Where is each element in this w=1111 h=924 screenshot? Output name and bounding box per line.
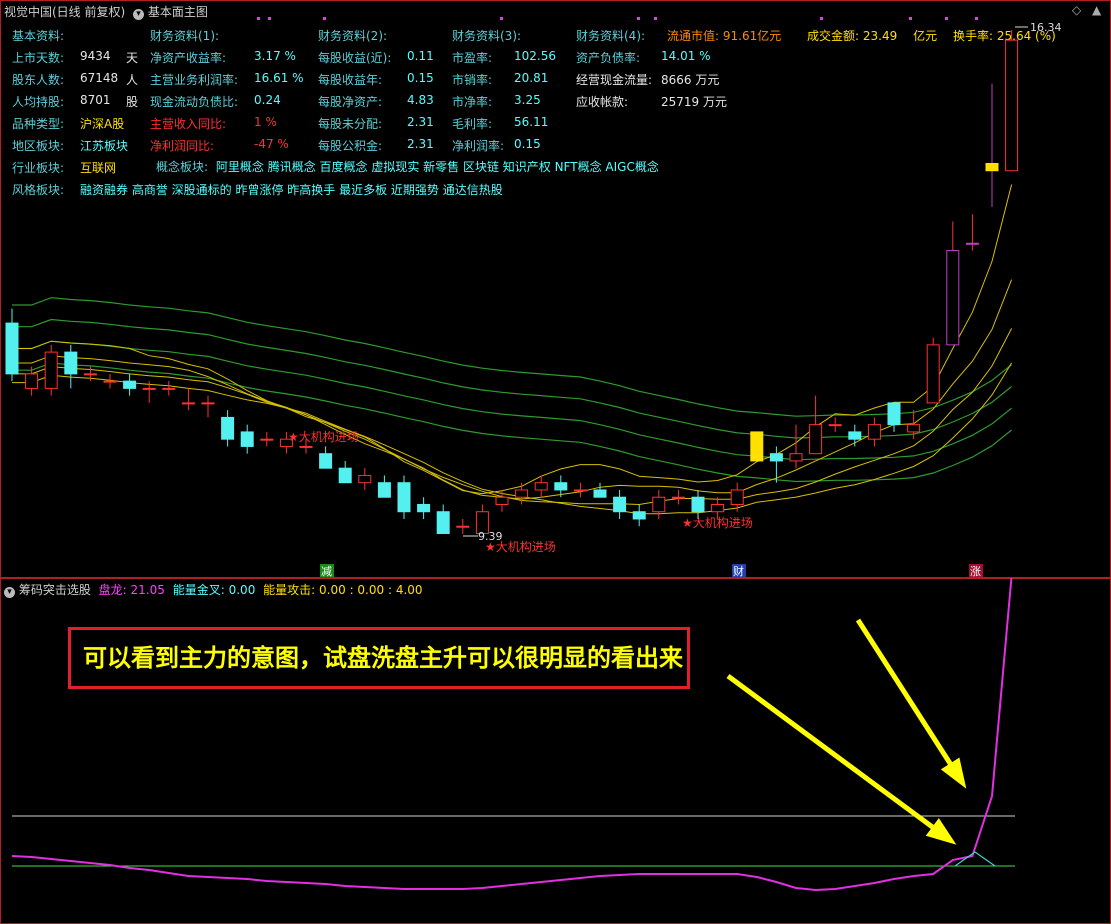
candle-body xyxy=(965,242,979,245)
arrow-to-rise xyxy=(855,618,965,784)
candle-body xyxy=(456,525,470,528)
candle-body xyxy=(750,431,764,462)
candle-body xyxy=(573,489,587,492)
candle-body xyxy=(221,416,235,440)
candle-body xyxy=(730,489,744,505)
candle-body xyxy=(25,373,39,389)
arrow-to-breakout xyxy=(726,673,952,843)
candle-body xyxy=(711,503,725,513)
ma-green-line xyxy=(12,297,1012,417)
signal-dot xyxy=(909,17,912,20)
candle-body xyxy=(887,402,901,426)
candle-body xyxy=(632,511,646,520)
event-marker-label: 减 xyxy=(321,565,332,578)
candle-body xyxy=(495,496,509,505)
candle-body xyxy=(848,431,862,440)
arrow-to-breakout-head xyxy=(925,818,957,845)
ma-green-line xyxy=(12,340,1012,461)
signal-dot xyxy=(323,17,326,20)
candle-body xyxy=(358,474,372,484)
signal-dot xyxy=(637,17,640,20)
candle-body xyxy=(201,402,215,405)
candle-body xyxy=(162,387,176,390)
candle-body xyxy=(809,424,823,455)
candle-body xyxy=(985,162,999,172)
candle-body xyxy=(1005,39,1019,172)
signal-dot xyxy=(975,17,978,20)
institution-signal: ★大机构进场 xyxy=(288,429,359,444)
candle-body xyxy=(181,402,195,405)
ma-yellow-line xyxy=(12,362,1013,515)
candlestick-chart[interactable]: 16.349.39★大机构进场★大机构进场★大机构进场减财涨 xyxy=(0,0,1111,578)
institution-signal: ★大机构进场 xyxy=(682,515,753,530)
candle-body xyxy=(691,496,705,513)
ma-green-line xyxy=(12,362,1012,483)
candle-body xyxy=(5,322,19,375)
candle-body xyxy=(417,503,431,513)
candle-body xyxy=(338,467,352,484)
candle-body xyxy=(828,424,842,427)
candle-body xyxy=(142,387,156,390)
candle-body xyxy=(436,511,450,534)
ma-green-line xyxy=(12,318,1012,439)
candle-body xyxy=(593,489,607,498)
signal-dot xyxy=(654,17,657,20)
ma-yellow-line xyxy=(12,184,1013,495)
candle-body xyxy=(64,351,78,375)
candle-body xyxy=(926,344,940,404)
ma-yellow-line xyxy=(12,279,1013,500)
candle-body xyxy=(554,482,568,491)
candle-body xyxy=(515,489,529,498)
candle-body xyxy=(260,438,274,441)
signal-dot xyxy=(820,17,823,20)
candle-body xyxy=(319,453,333,469)
signal-dot xyxy=(945,17,948,20)
institution-signal: ★大机构进场 xyxy=(485,539,556,554)
candle-body xyxy=(83,373,97,376)
event-marker-label: 涨 xyxy=(970,565,981,578)
candle-body xyxy=(397,482,411,513)
ma-yellow-line xyxy=(12,328,1013,506)
candle-body xyxy=(240,431,254,447)
price-high-label: 16.34 xyxy=(1030,21,1062,34)
candle-body xyxy=(789,453,803,462)
candle-body xyxy=(769,453,783,462)
candle-body xyxy=(671,496,685,499)
signal-dot xyxy=(500,17,503,20)
candle-body xyxy=(613,496,627,513)
candle-body xyxy=(946,250,960,346)
candle-body xyxy=(299,445,313,448)
signal-dot xyxy=(268,17,271,20)
candle-body xyxy=(907,424,921,433)
signal-dot xyxy=(257,17,260,20)
candle-body xyxy=(652,496,666,513)
candle-body xyxy=(103,380,117,383)
candle-body xyxy=(377,482,391,498)
candle-body xyxy=(44,351,58,389)
event-marker-label: 财 xyxy=(733,564,744,578)
annotation-box: 可以看到主力的意图，试盘洗盘主升可以很明显的看出来 xyxy=(68,627,690,689)
candle-body xyxy=(867,424,881,440)
candle-body xyxy=(534,482,548,491)
arrow-to-rise-head xyxy=(940,757,967,789)
candle-body xyxy=(123,380,137,389)
